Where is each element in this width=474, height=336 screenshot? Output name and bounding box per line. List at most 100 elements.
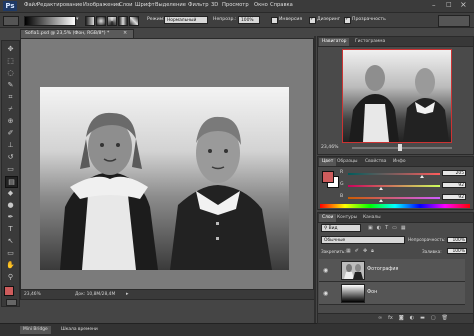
transparency-checkbox[interactable] <box>344 16 351 24</box>
diamond-gradient-icon[interactable] <box>129 16 139 26</box>
crop-tool-icon[interactable]: ⌗ <box>5 92 16 102</box>
zoom-tool-icon[interactable]: ⚲ <box>5 272 16 282</box>
blur-tool-icon[interactable]: ◆ <box>5 188 16 198</box>
navigator-zoom-handle[interactable] <box>398 144 402 151</box>
gradient-tool-icon[interactable] <box>3 16 19 26</box>
tab-channels[interactable]: Каналы <box>360 214 384 222</box>
tab-paths[interactable]: Контуры <box>334 214 360 222</box>
foreground-color-swatch[interactable] <box>4 286 14 296</box>
healing-brush-tool-icon[interactable]: ⊕ <box>5 116 16 126</box>
layer-row-photo[interactable]: ◉ Фотография <box>319 259 465 282</box>
fill-input[interactable]: 100% <box>447 248 467 254</box>
channel-g-handle[interactable] <box>379 187 383 190</box>
channel-b-slider[interactable] <box>348 197 440 199</box>
canvas-image[interactable] <box>40 87 289 270</box>
path-select-tool-icon[interactable]: ↖ <box>5 236 16 246</box>
channel-b-input[interactable]: 92 <box>442 194 466 200</box>
tab-info[interactable]: Инфо <box>390 158 409 166</box>
menu-help[interactable]: Справка <box>270 2 293 8</box>
hand-tool-icon[interactable]: ✋ <box>5 260 16 270</box>
folder-icon[interactable]: ▬ <box>420 315 425 321</box>
dodge-tool-icon[interactable]: ● <box>5 200 16 210</box>
layer-opacity-input[interactable]: 100% <box>447 237 467 243</box>
menu-window[interactable]: Окно <box>254 2 268 8</box>
reverse-checkbox[interactable] <box>271 17 278 24</box>
tab-properties[interactable]: Свойства <box>362 158 389 166</box>
menu-layers[interactable]: Слои <box>119 2 132 8</box>
move-tool-icon[interactable]: ✥ <box>5 44 16 54</box>
visibility-eye-icon[interactable]: ◉ <box>323 267 328 274</box>
lasso-tool-icon[interactable]: ◌ <box>5 68 16 78</box>
menu-3d[interactable]: 3D <box>211 2 218 8</box>
minimize-icon[interactable]: – <box>432 1 436 9</box>
navigator-zoom-slider[interactable] <box>352 147 452 149</box>
maximize-icon[interactable]: □ <box>446 1 452 8</box>
angle-gradient-icon[interactable] <box>107 16 117 26</box>
filter-type-icon[interactable]: T <box>385 225 388 231</box>
channel-r-handle[interactable] <box>420 175 424 178</box>
reflected-gradient-icon[interactable] <box>118 16 128 26</box>
status-arrow-icon[interactable]: ▸ <box>126 291 129 297</box>
trash-icon[interactable]: 🗑︎ <box>442 315 448 321</box>
filter-pixel-icon[interactable]: ▣ <box>368 225 373 231</box>
channel-g-input[interactable]: 92 <box>442 182 466 188</box>
type-tool-icon[interactable]: T <box>5 224 16 234</box>
filter-adjust-icon[interactable]: ◐ <box>377 225 381 231</box>
channel-r-slider[interactable] <box>348 173 440 175</box>
tab-navigator[interactable]: Навигатор <box>319 38 350 46</box>
mode-select[interactable]: Нормальный <box>164 16 208 24</box>
menu-view[interactable]: Просмотр <box>222 2 249 8</box>
channel-r-input[interactable]: 205 <box>442 170 466 176</box>
channel-b-handle[interactable] <box>379 199 383 202</box>
canvas-area[interactable] <box>20 38 314 290</box>
chevron-down-icon[interactable]: ▾ <box>76 16 79 22</box>
history-brush-tool-icon[interactable]: ↺ <box>5 152 16 162</box>
eraser-tool-icon[interactable]: ▭ <box>5 164 16 174</box>
navigator-zoom[interactable]: 23,46% <box>321 145 339 150</box>
eyedropper-tool-icon[interactable]: ⌿ <box>5 104 16 114</box>
lock-all-icon[interactable]: 🔒︎ <box>371 248 374 254</box>
gradient-tool-icon-active[interactable]: ▤ <box>5 176 18 188</box>
brush-tool-icon[interactable]: ✐ <box>5 128 16 138</box>
tab-swatches[interactable]: Образцы <box>334 158 360 166</box>
menu-image[interactable]: Изображение <box>83 2 120 8</box>
link-icon[interactable]: ∞ <box>378 315 382 321</box>
visibility-eye-icon[interactable]: ◉ <box>323 290 328 297</box>
linear-gradient-icon[interactable] <box>85 16 95 26</box>
gradient-picker[interactable] <box>24 16 76 26</box>
opacity-input[interactable]: 100% <box>238 16 260 24</box>
color-spectrum-bar[interactable] <box>320 204 470 208</box>
marquee-tool-icon[interactable]: ⬚ <box>5 56 16 66</box>
navigator-preview[interactable] <box>342 49 452 143</box>
menu-filter[interactable]: Фильтр <box>188 2 209 8</box>
blend-mode-select[interactable]: Обычные <box>321 236 405 244</box>
adjustment-icon[interactable]: ◐ <box>410 315 414 321</box>
clone-stamp-tool-icon[interactable]: ⊥ <box>5 140 16 150</box>
color-foreground-swatch[interactable] <box>322 171 334 183</box>
filter-shape-icon[interactable]: ▭ <box>392 225 397 231</box>
tab-histogram[interactable]: Гистограмма <box>352 38 388 46</box>
dither-checkbox[interactable] <box>309 16 316 24</box>
lock-pixels-icon[interactable]: ▦ <box>346 248 351 254</box>
lock-brush-icon[interactable]: ✐ <box>355 248 359 254</box>
menu-type[interactable]: Шрифт <box>135 2 155 8</box>
zoom-readout[interactable]: 23,46% <box>24 292 41 297</box>
layer-filter-select[interactable]: ⚲ Вид <box>321 224 361 232</box>
quick-mask-icon[interactable] <box>6 299 17 306</box>
pen-tool-icon[interactable]: ✒ <box>5 212 16 222</box>
close-icon[interactable]: × <box>460 0 467 9</box>
lock-position-icon[interactable]: ✥ <box>363 248 367 254</box>
shape-tool-icon[interactable]: ▭ <box>5 248 16 258</box>
workspace-switcher[interactable] <box>438 15 470 27</box>
close-tab-icon[interactable]: × <box>123 30 127 36</box>
quick-select-tool-icon[interactable]: ✎ <box>5 80 16 90</box>
radial-gradient-icon[interactable] <box>96 16 106 26</box>
tab-mini-bridge[interactable]: Mini Bridge <box>20 326 51 334</box>
channel-g-slider[interactable] <box>348 185 440 187</box>
menu-edit[interactable]: Редактирование <box>37 2 82 8</box>
layer-row-background[interactable]: ◉ Фон <box>319 282 465 305</box>
mask-icon[interactable]: ◙ <box>399 315 404 321</box>
new-layer-icon[interactable]: ▢ <box>431 315 436 321</box>
menu-select[interactable]: Выделение <box>155 2 186 8</box>
fx-icon[interactable]: fx <box>388 315 393 321</box>
